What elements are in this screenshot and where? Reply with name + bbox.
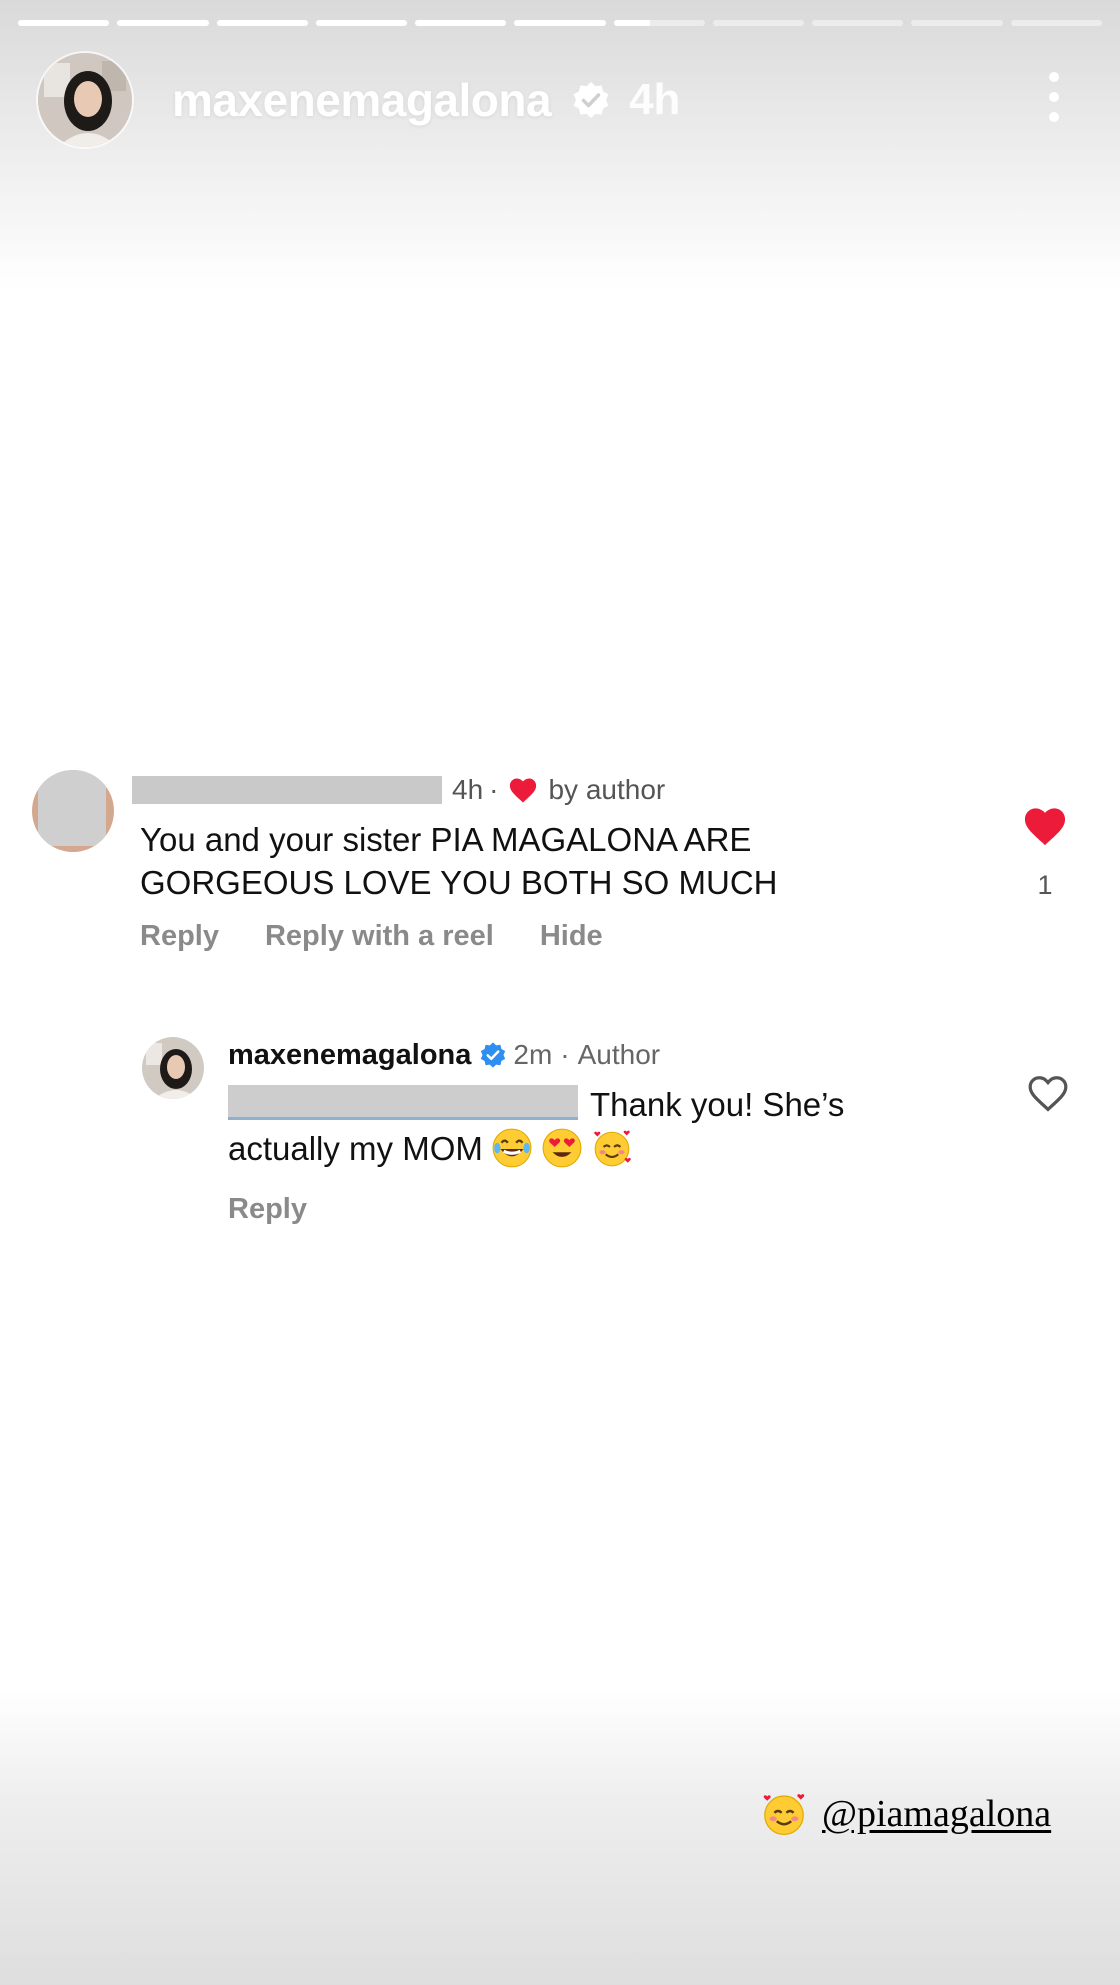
- meta-separator: ·: [560, 1039, 570, 1070]
- reply-with-reel-button[interactable]: Reply with a reel: [265, 920, 494, 953]
- reply-text: Thank you! She’s actually my MOM: [228, 1083, 908, 1171]
- author-label: Author: [577, 1039, 661, 1070]
- story-progress-segment: [514, 20, 606, 26]
- story-progress-segment: [216, 20, 308, 26]
- story-progress-segment: [117, 20, 209, 26]
- commenter-avatar[interactable]: [32, 770, 114, 852]
- story-progress-segment: [613, 20, 705, 26]
- story-progress-fill: [216, 20, 308, 26]
- reply-button[interactable]: Reply: [228, 1193, 307, 1226]
- reply-button[interactable]: Reply: [140, 920, 219, 953]
- verified-badge-icon: [481, 1042, 506, 1068]
- smiling-face-with-hearts-emoji-icon: [763, 1794, 805, 1835]
- story-username[interactable]: maxenemagalona: [172, 73, 552, 127]
- redacted-username: [132, 776, 442, 804]
- story-progress-fill: [18, 20, 110, 26]
- laughing-tears-emoji-icon: [492, 1128, 532, 1168]
- story-progress-segment: [911, 20, 1003, 26]
- verified-badge-icon: [573, 82, 609, 118]
- story-progress-fill: [315, 20, 408, 26]
- reply-avatar[interactable]: [142, 1037, 204, 1099]
- mention-handle[interactable]: @piamagalona: [822, 1792, 1051, 1836]
- story-progress-segment: [812, 20, 904, 26]
- story-progress-segment: [315, 20, 408, 26]
- meta-separator: ·: [489, 774, 499, 805]
- story-progress-segment: [415, 20, 507, 26]
- more-options-icon[interactable]: [1046, 72, 1062, 122]
- reply-username[interactable]: maxenemagalona: [228, 1039, 471, 1072]
- heart-filled-icon[interactable]: [1022, 805, 1068, 847]
- comment-text: You and your sister PIA MAGALONA ARE GOR…: [140, 821, 778, 901]
- redacted-avatar: [38, 770, 106, 846]
- author-liked-heart-icon: [510, 778, 537, 803]
- heart-outline-icon[interactable]: [1026, 1073, 1070, 1113]
- mention-sticker[interactable]: @piamagalona: [760, 1790, 1051, 1838]
- reply-time: 2m: [513, 1039, 553, 1070]
- story-progress-fill: [117, 20, 209, 26]
- heart-eyes-emoji-icon: [542, 1128, 582, 1168]
- story-progress-fill: [613, 20, 651, 26]
- comment-time: 4h: [452, 774, 484, 805]
- reply-meta: maxenemagalona 2m · Author: [228, 1035, 660, 1075]
- story-progress-segment: [18, 20, 110, 26]
- like-count: 1: [1037, 870, 1053, 900]
- story-progress-segment: [712, 20, 805, 26]
- story-header: maxenemagalona 4h: [36, 50, 1090, 150]
- redacted-mention: [228, 1085, 578, 1120]
- liked-by-author-label: by author: [548, 774, 666, 805]
- comment-actions: Reply Reply with a reel Hide: [140, 920, 603, 953]
- story-progress-segment: [1010, 20, 1102, 26]
- comment-meta: 4h · by author: [132, 770, 665, 810]
- hide-button[interactable]: Hide: [540, 920, 603, 953]
- profile-avatar[interactable]: [36, 51, 134, 149]
- story-time: 4h: [629, 75, 681, 124]
- story-progress-bar: [18, 20, 1102, 26]
- story-progress-fill: [514, 20, 606, 26]
- smiling-face-with-hearts-emoji-icon: [594, 1130, 631, 1167]
- story-progress-fill: [415, 20, 507, 26]
